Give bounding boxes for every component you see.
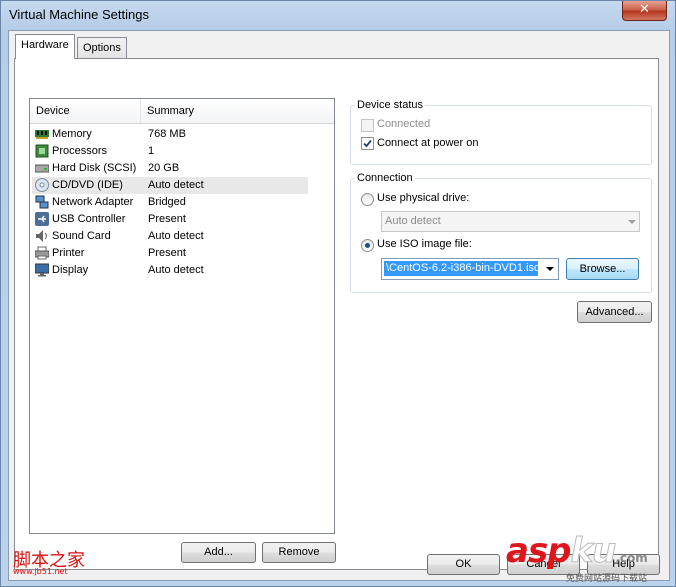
physical-drive-dropdown[interactable]: Auto detect: [381, 211, 640, 232]
tab-options[interactable]: Options: [77, 37, 127, 58]
display-icon: [35, 263, 49, 277]
device-row-memory[interactable]: Memory 768 MB: [32, 126, 308, 143]
usb-icon: [35, 212, 49, 226]
connection-title: Connection: [355, 172, 415, 184]
add-button[interactable]: Add...: [181, 542, 256, 563]
device-list[interactable]: Device Summary Memory 768 MB Processors …: [29, 98, 335, 534]
network-icon: [35, 195, 49, 209]
use-physical-drive-radio[interactable]: [361, 193, 374, 206]
watermark-com: .com: [615, 551, 648, 565]
device-row-display[interactable]: Display Auto detect: [32, 262, 308, 279]
iso-path-combobox[interactable]: \CentOS-6.2-i386-bin-DVD1.iso: [381, 258, 559, 280]
remove-button[interactable]: Remove: [262, 542, 336, 563]
tab-hardware[interactable]: Hardware: [15, 34, 75, 59]
hard-disk-icon: [35, 164, 49, 173]
browse-button[interactable]: Browse...: [566, 258, 639, 280]
device-row-sound[interactable]: Sound Card Auto detect: [32, 228, 308, 245]
device-summary: Bridged: [148, 196, 186, 208]
memory-icon: [35, 130, 49, 139]
device-status-group: [350, 105, 652, 165]
device-name: Memory: [52, 128, 92, 140]
advanced-button[interactable]: Advanced...: [577, 301, 652, 323]
device-summary: 768 MB: [148, 128, 186, 140]
chevron-down-icon[interactable]: [546, 267, 554, 271]
physical-drive-value: Auto detect: [385, 215, 441, 227]
device-row-printer[interactable]: Printer Present: [32, 245, 308, 262]
use-physical-drive-label: Use physical drive:: [377, 192, 470, 204]
watermark-left-url: www.jb51.net: [13, 567, 68, 576]
watermark-right-caption: 免费网站源码下载站: [566, 574, 648, 584]
device-summary: Auto detect: [148, 230, 204, 242]
use-iso-radio[interactable]: [361, 239, 374, 252]
device-summary: Present: [148, 213, 186, 225]
ok-button[interactable]: OK: [427, 554, 500, 575]
watermark-asp: asp: [506, 531, 572, 571]
printer-icon: [35, 246, 49, 260]
device-row-usb[interactable]: USB Controller Present: [32, 211, 308, 228]
device-name: Printer: [52, 247, 85, 259]
checkmark-icon: [363, 139, 372, 148]
hardware-pane: Device Summary Memory 768 MB Processors …: [14, 58, 659, 570]
chevron-down-icon: [628, 220, 636, 224]
title-bar[interactable]: Virtual Machine Settings ✕: [1, 1, 675, 29]
sound-icon: [36, 230, 47, 242]
column-header-summary[interactable]: Summary: [141, 99, 334, 123]
iso-path-value[interactable]: \CentOS-6.2-i386-bin-DVD1.iso: [384, 261, 538, 276]
processor-icon: [35, 144, 49, 158]
cd-dvd-icon: [35, 178, 49, 192]
column-header-device[interactable]: Device: [30, 99, 141, 123]
window-title: Virtual Machine Settings: [9, 7, 149, 22]
connect-at-power-on-checkbox[interactable]: [361, 137, 374, 150]
connect-at-power-on-label: Connect at power on: [377, 137, 479, 149]
device-name: Processors: [52, 145, 108, 157]
use-iso-label: Use ISO image file:: [377, 238, 472, 250]
connected-label: Connected: [377, 118, 431, 130]
vm-settings-window: Virtual Machine Settings ✕ Hardware Opti…: [0, 0, 676, 587]
device-name: Network Adapter: [52, 196, 134, 208]
dialog-client: Hardware Options Device Summary Memory 7…: [8, 30, 670, 581]
device-summary: 20 GB: [148, 162, 180, 174]
device-list-header: Device Summary: [30, 99, 334, 124]
close-button[interactable]: ✕: [622, 1, 667, 21]
device-row-processors[interactable]: Processors 1: [32, 143, 308, 160]
device-name: USB Controller: [52, 213, 126, 225]
device-status-title: Device status: [355, 99, 426, 111]
watermark-right-logo: aspku.com: [506, 531, 648, 572]
device-summary: 1: [148, 145, 155, 157]
close-icon: ✕: [639, 2, 650, 17]
watermark-ku: ku: [570, 531, 617, 572]
device-name: Hard Disk (SCSI): [52, 162, 137, 174]
device-row-cd-dvd[interactable]: CD/DVD (IDE) Auto detect: [32, 177, 308, 194]
device-summary: Present: [148, 247, 186, 259]
radio-dot-icon: [365, 243, 370, 248]
device-summary: Auto detect: [148, 179, 204, 191]
device-name: Display: [52, 264, 89, 276]
connected-checkbox[interactable]: [361, 119, 374, 132]
device-row-network[interactable]: Network Adapter Bridged: [32, 194, 308, 211]
device-name: CD/DVD (IDE): [52, 179, 123, 191]
device-name: Sound Card: [52, 230, 111, 242]
device-row-hard-disk[interactable]: Hard Disk (SCSI) 20 GB: [32, 160, 308, 177]
device-summary: Auto detect: [148, 264, 204, 276]
